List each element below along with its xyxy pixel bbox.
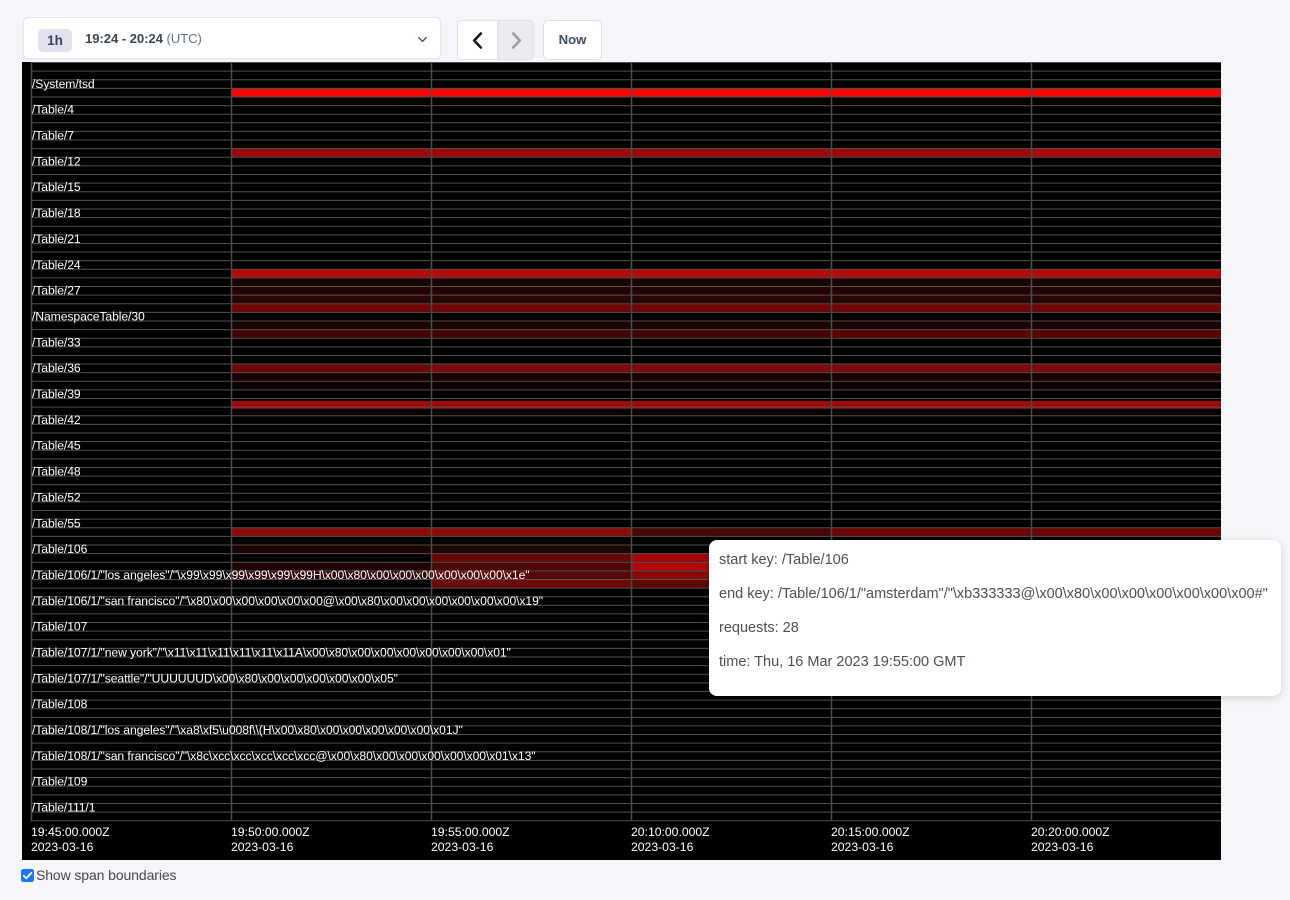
svg-text:/Table/106: /Table/106: [32, 542, 88, 556]
svg-text:2023-03-16: 2023-03-16: [31, 840, 94, 854]
svg-text:19:50:00.000Z: 19:50:00.000Z: [231, 825, 310, 839]
svg-text:/Table/45: /Table/45: [32, 439, 81, 453]
svg-text:20:15:00.000Z: 20:15:00.000Z: [831, 825, 910, 839]
svg-text:/Table/107: /Table/107: [32, 620, 88, 634]
svg-text:/Table/109: /Table/109: [32, 775, 88, 789]
svg-text:/Table/7: /Table/7: [32, 129, 74, 143]
svg-text:/Table/42: /Table/42: [32, 413, 81, 427]
svg-text:/Table/12: /Table/12: [32, 154, 81, 168]
svg-text:2023-03-16: 2023-03-16: [831, 840, 894, 854]
svg-text:/NamespaceTable/30: /NamespaceTable/30: [32, 309, 145, 323]
svg-text:/Table/21: /Table/21: [32, 232, 81, 246]
svg-text:/Table/106/1/"san francisco"/": /Table/106/1/"san francisco"/"\x80\x00\x…: [32, 594, 543, 608]
svg-text:/Table/24: /Table/24: [32, 258, 81, 272]
svg-text:/System/tsd: /System/tsd: [32, 77, 95, 91]
svg-text:/Table/107/1/"seattle"/"UUUUUU: /Table/107/1/"seattle"/"UUUUUUD\x00\x80\…: [32, 671, 398, 685]
svg-text:2023-03-16: 2023-03-16: [231, 840, 294, 854]
svg-text:/Table/52: /Table/52: [32, 490, 81, 504]
svg-text:/Table/18: /Table/18: [32, 206, 81, 220]
svg-text:19:55:00.000Z: 19:55:00.000Z: [431, 825, 510, 839]
svg-text:/Table/36: /Table/36: [32, 361, 81, 375]
svg-text:/Table/55: /Table/55: [32, 516, 81, 530]
svg-text:/Table/108/1/"san francisco"/": /Table/108/1/"san francisco"/"\x8c\xcc\x…: [32, 749, 535, 763]
svg-text:/Table/4: /Table/4: [32, 103, 74, 117]
svg-text:/Table/15: /Table/15: [32, 180, 81, 194]
svg-text:19:45:00.000Z: 19:45:00.000Z: [31, 825, 110, 839]
svg-text:/Table/106/1/"los angeles"/"\x: /Table/106/1/"los angeles"/"\x99\x99\x99…: [32, 568, 529, 582]
svg-text:2023-03-16: 2023-03-16: [631, 840, 694, 854]
svg-text:2023-03-16: 2023-03-16: [1031, 840, 1094, 854]
svg-text:2023-03-16: 2023-03-16: [431, 840, 494, 854]
svg-text:/Table/108/1/"los angeles"/"\x: /Table/108/1/"los angeles"/"\xa8\xf5\u00…: [32, 723, 463, 737]
svg-text:/Table/33: /Table/33: [32, 335, 81, 349]
svg-text:/Table/111/1: /Table/111/1: [32, 801, 96, 815]
svg-text:20:10:00.000Z: 20:10:00.000Z: [631, 825, 710, 839]
svg-text:/Table/27: /Table/27: [32, 284, 81, 298]
svg-text:20:20:00.000Z: 20:20:00.000Z: [1031, 825, 1110, 839]
svg-text:/Table/39: /Table/39: [32, 387, 81, 401]
svg-text:/Table/108: /Table/108: [32, 697, 88, 711]
svg-text:/Table/107/1/"new york"/"\x11\: /Table/107/1/"new york"/"\x11\x11\x11\x1…: [32, 646, 511, 660]
svg-text:/Table/48: /Table/48: [32, 465, 81, 479]
